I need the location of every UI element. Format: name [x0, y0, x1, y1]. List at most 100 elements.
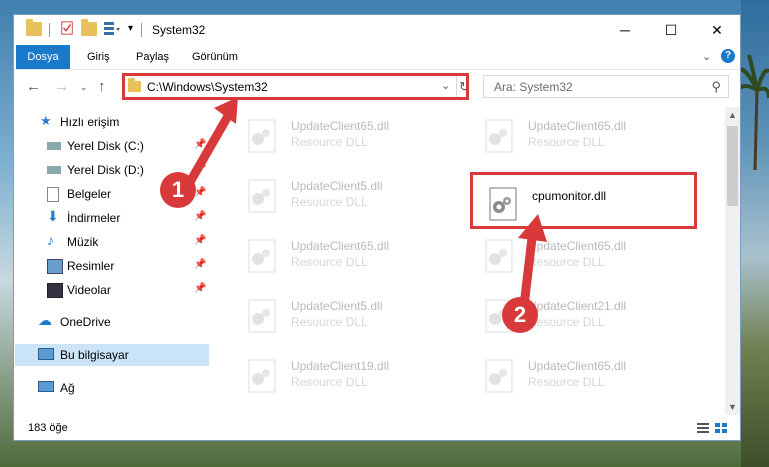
videos-icon	[47, 283, 63, 298]
close-button[interactable]: ✕	[694, 15, 740, 45]
quick-access-dropdown-icon[interactable]: ▾	[128, 23, 133, 34]
new-folder-icon[interactable]	[81, 19, 97, 36]
file-description: Resource DLL	[528, 135, 605, 149]
file-explorer-window: ▾ System32 ─ ☐ ✕ Dosya Giriş Paylaş Görü…	[13, 14, 741, 441]
large-icons-view-icon[interactable]	[715, 423, 727, 434]
step-2-callout: 2	[502, 297, 538, 333]
scroll-thumb[interactable]	[727, 126, 738, 206]
pin-icon[interactable]: 📌	[194, 139, 206, 150]
sidebar-item-label: Yerel Disk (D:)	[67, 163, 144, 177]
forward-arrow-icon[interactable]: →	[54, 78, 69, 95]
up-arrow-icon[interactable]: ↑	[98, 78, 106, 95]
file-name: UpdateClient65.dll	[528, 239, 627, 253]
search-input[interactable]: Ara: System32 ⚲	[483, 75, 729, 98]
sidebar-item-quick-access[interactable]: ★ Hızlı erişim	[14, 111, 208, 133]
navigation-bar: ← → ⌄ ↑ C:\Windows\System32 ⌄ ↻ Ara: Sys…	[14, 70, 740, 104]
title-bar: ▾ System32 ─ ☐ ✕	[14, 15, 740, 45]
drive-icon	[47, 166, 61, 174]
sidebar-item-label: OneDrive	[60, 315, 111, 329]
file-item[interactable]: UpdateClient65.dll Resource DLL	[231, 111, 441, 157]
tab-view[interactable]: Görünüm	[192, 45, 238, 69]
file-item[interactable]: UpdateClient5.dll Resource DLL	[231, 291, 441, 337]
step-1-callout: 1	[160, 172, 196, 208]
file-description: Resource DLL	[291, 315, 368, 329]
details-view-icon[interactable]	[697, 423, 709, 434]
file-name: UpdateClient65.dll	[528, 359, 627, 373]
sidebar-item-label: Resimler	[67, 259, 115, 273]
navigation-pane: ★ Hızlı erişim Yerel Disk (C:) 📌 Yerel D…	[14, 111, 209, 411]
file-item[interactable]: UpdateClient5.dll Resource DLL	[231, 171, 441, 217]
file-name: UpdateClient65.dll	[291, 119, 390, 133]
status-bar: 183 öğe	[14, 418, 740, 440]
help-icon[interactable]: ?	[721, 49, 735, 63]
cloud-icon: ☁	[38, 312, 52, 328]
file-description: Resource DLL	[291, 135, 368, 149]
file-list: UpdateClient65.dll Resource DLL UpdateCl…	[217, 107, 723, 415]
tab-file[interactable]: Dosya	[16, 45, 70, 69]
download-arrow-icon: ⬇	[47, 208, 59, 224]
file-name: UpdateClient19.dll	[291, 359, 390, 373]
file-item[interactable]: UpdateClient21.dll Resource DLL	[468, 291, 678, 337]
expand-ribbon-icon[interactable]: ⌄	[702, 50, 711, 63]
file-name: UpdateClient5.dll	[291, 299, 383, 313]
scroll-up-icon[interactable]: ▲	[725, 107, 740, 123]
file-description: Resource DLL	[528, 315, 605, 329]
dll-file-icon	[485, 239, 513, 273]
file-item[interactable]: UpdateClient19.dll Resource DLL	[231, 351, 441, 397]
tab-share[interactable]: Paylaş	[136, 45, 169, 69]
search-icon: ⚲	[711, 79, 721, 94]
item-count: 183 öğe	[28, 422, 68, 434]
dll-file-icon	[485, 119, 513, 153]
recent-locations-icon[interactable]: ⌄	[80, 82, 88, 93]
dll-file-icon	[248, 119, 276, 153]
file-name: UpdateClient65.dll	[291, 239, 390, 253]
dll-file-icon	[248, 179, 276, 213]
file-item[interactable]: UpdateClient65.dll Resource DLL	[468, 351, 678, 397]
music-note-icon: ♪	[47, 232, 54, 248]
minimize-button[interactable]: ─	[602, 15, 648, 45]
vertical-scrollbar[interactable]: ▲ ▼	[725, 107, 740, 415]
sidebar-item-onedrive[interactable]: ☁ OneDrive	[14, 311, 208, 333]
sidebar-item-label: Hızlı erişim	[60, 115, 120, 129]
file-description: Resource DLL	[291, 375, 368, 389]
customize-toolbar-icon[interactable]	[104, 22, 120, 36]
sidebar-item-label: Müzik	[67, 235, 99, 249]
dll-file-icon	[248, 359, 276, 393]
drive-icon	[47, 142, 61, 150]
network-icon	[38, 381, 54, 392]
sidebar-item-pictures[interactable]: Resimler 📌	[14, 255, 208, 277]
file-description: Resource DLL	[528, 255, 605, 269]
sidebar-item-label: İndirmeler	[67, 211, 121, 225]
sidebar-item-network[interactable]: Ağ	[14, 377, 208, 399]
sidebar-item-label: Yerel Disk (C:)	[67, 139, 144, 153]
file-description: Resource DLL	[291, 195, 368, 209]
sidebar-item-music[interactable]: ♪ Müzik 📌	[14, 231, 208, 253]
sidebar-item-local-disk-c[interactable]: Yerel Disk (C:) 📌	[14, 135, 208, 157]
sidebar-item-downloads[interactable]: ⬇ İndirmeler 📌	[14, 207, 208, 229]
pin-icon[interactable]: 📌	[194, 163, 206, 174]
pin-icon[interactable]: 📌	[194, 259, 206, 270]
pin-icon[interactable]: 📌	[194, 235, 206, 246]
computer-icon	[38, 348, 54, 360]
sidebar-item-label: Ağ	[60, 381, 75, 395]
documents-icon	[47, 187, 59, 202]
file-item[interactable]: UpdateClient65.dll Resource DLL	[231, 231, 441, 277]
pin-icon[interactable]: 📌	[194, 211, 206, 222]
maximize-button[interactable]: ☐	[648, 15, 694, 45]
file-item[interactable]: UpdateClient65.dll Resource DLL	[468, 111, 678, 157]
file-highlight-box	[470, 172, 697, 229]
tab-home[interactable]: Giriş	[87, 45, 110, 69]
file-item[interactable]: UpdateClient65.dll Resource DLL	[468, 231, 678, 277]
properties-icon[interactable]	[59, 21, 75, 35]
dll-file-icon	[248, 239, 276, 273]
scroll-down-icon[interactable]: ▼	[725, 399, 740, 415]
file-name: UpdateClient65.dll	[528, 119, 627, 133]
sidebar-item-videos[interactable]: Videolar 📌	[14, 279, 208, 301]
file-name: UpdateClient21.dll	[528, 299, 627, 313]
sidebar-item-this-pc[interactable]: Bu bilgisayar	[15, 344, 209, 366]
pin-icon[interactable]: 📌	[194, 283, 206, 294]
folder-icon	[26, 19, 42, 36]
back-arrow-icon[interactable]: ←	[26, 78, 41, 95]
file-name: UpdateClient5.dll	[291, 179, 383, 193]
sidebar-item-label: Videolar	[67, 283, 111, 297]
